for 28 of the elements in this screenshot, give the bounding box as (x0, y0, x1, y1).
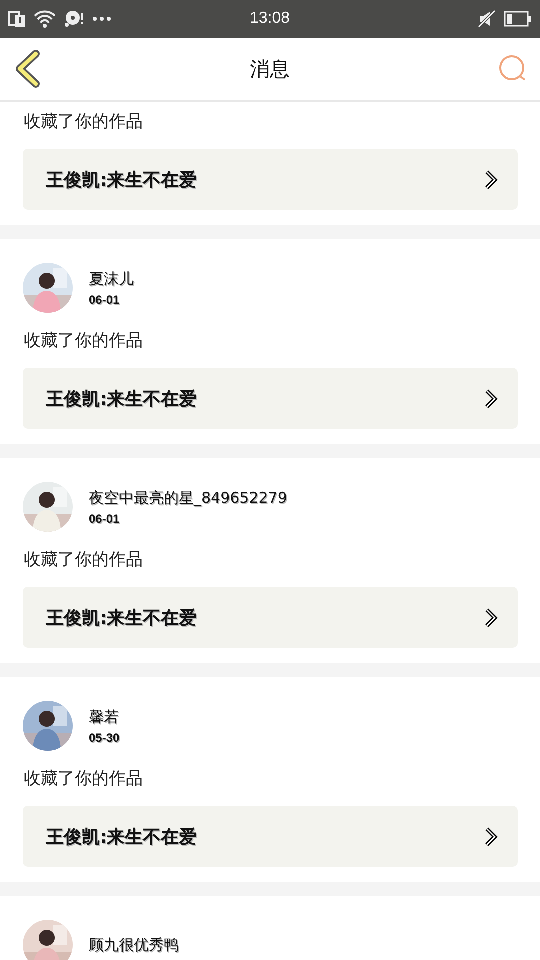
user-name: 夜空中最亮的星_849652279 (89, 488, 288, 508)
battery-icon (504, 11, 532, 27)
clock-time: 13:08 (250, 10, 290, 28)
message-text: 收藏了你的作品 (24, 768, 144, 790)
work-link[interactable]: 王俊凯:来生不在爱 (23, 806, 518, 867)
chevron-right-icon (484, 168, 498, 190)
more-icon (92, 16, 112, 22)
message-text: 收藏了你的作品 (24, 330, 144, 352)
mute-icon (478, 10, 496, 28)
chevron-right-icon (484, 826, 498, 848)
message-date: 06-01 (89, 292, 121, 306)
message-date: 05-30 (89, 730, 120, 744)
chevron-right-icon (484, 606, 498, 628)
wifi-icon (34, 10, 56, 28)
work-link[interactable]: 王俊凯:来生不在爱 (23, 587, 518, 648)
work-link[interactable]: 王俊凯:来生不在爱 (23, 368, 518, 429)
page-title: 消息 (250, 56, 290, 82)
message-date: 06-01 (89, 512, 121, 526)
disc-icon (64, 10, 84, 28)
message-text: 收藏了你的作品 (24, 111, 144, 133)
chevron-right-icon (484, 388, 498, 410)
work-link[interactable]: 王俊凯:来生不在爱 (23, 149, 518, 210)
notification-icon (8, 10, 26, 28)
back-button[interactable] (14, 50, 42, 88)
user-name: 顾九很优秀鸭 (89, 936, 179, 954)
user-name: 夏沫儿 (89, 270, 134, 288)
user-name: 馨若 (89, 708, 120, 726)
message-text: 收藏了你的作品 (24, 549, 144, 571)
